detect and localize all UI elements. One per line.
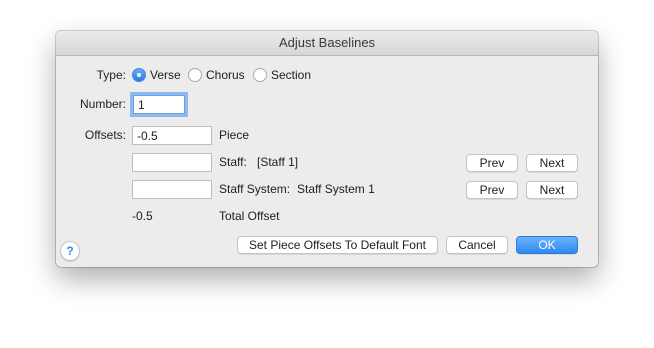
total-offset-value: -0.5 — [132, 209, 153, 223]
staff-system-prev-button[interactable]: Prev — [466, 181, 518, 199]
radio-section[interactable] — [253, 68, 267, 82]
type-label: Type: — [96, 68, 126, 82]
staff-next-button[interactable]: Next — [526, 154, 578, 172]
dialog-title: Adjust Baselines — [56, 31, 598, 56]
adjust-baselines-dialog: Adjust Baselines Type: Verse Chorus Sect… — [56, 31, 598, 267]
number-label: Number: — [79, 97, 126, 111]
ok-button[interactable]: OK — [516, 236, 578, 254]
help-button[interactable]: ? — [60, 241, 80, 261]
staff-system-name: Staff System 1 — [297, 182, 375, 196]
staff-system-offset-input[interactable] — [132, 180, 212, 199]
piece-label: Piece — [219, 128, 250, 142]
radio-verse[interactable] — [132, 68, 146, 82]
radio-verse-label[interactable]: Verse — [150, 68, 181, 82]
staff-system-next-button[interactable]: Next — [526, 181, 578, 199]
number-input[interactable] — [133, 95, 185, 114]
radio-chorus[interactable] — [188, 68, 202, 82]
radio-chorus-label[interactable]: Chorus — [206, 68, 245, 82]
offsets-label: Offsets: — [84, 128, 126, 142]
set-default-offsets-button[interactable]: Set Piece Offsets To Default Font — [237, 236, 438, 254]
question-mark-icon: ? — [66, 244, 74, 258]
piece-offset-input[interactable] — [132, 126, 212, 145]
staff-system-label: Staff System: — [219, 182, 291, 196]
staff-offset-input[interactable] — [132, 153, 212, 172]
staff-prev-button[interactable]: Prev — [466, 154, 518, 172]
total-offset-label: Total Offset — [219, 209, 280, 223]
radio-section-label[interactable]: Section — [271, 68, 311, 82]
cancel-button[interactable]: Cancel — [446, 236, 508, 254]
staff-name: [Staff 1] — [257, 155, 299, 169]
staff-label: Staff: — [219, 155, 247, 169]
